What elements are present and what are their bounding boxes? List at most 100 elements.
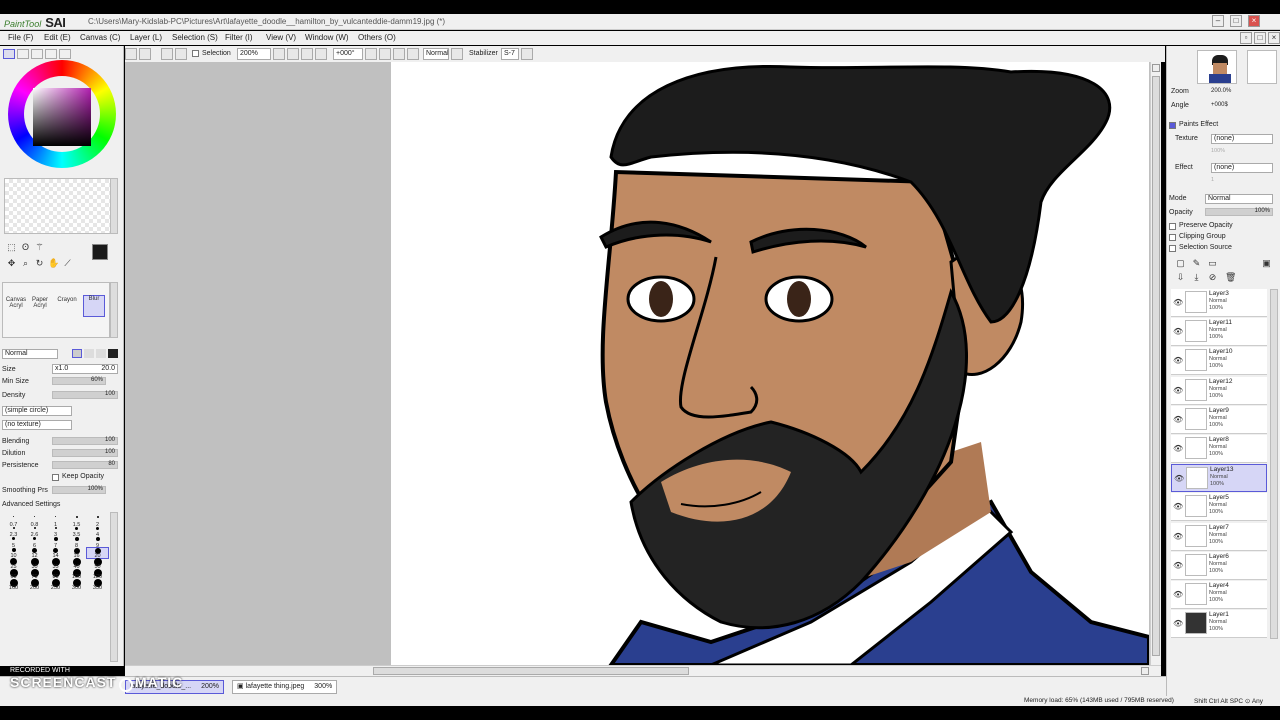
brush-shape-square-icon[interactable]: [108, 349, 118, 358]
layer-row[interactable]: 👁 Layer6 Normal 100%: [1171, 551, 1267, 580]
brush-size-preset[interactable]: 9: [87, 537, 108, 549]
deselect-icon[interactable]: [161, 48, 173, 60]
texture-select[interactable]: (none): [1211, 134, 1273, 144]
advanced-settings-toggle[interactable]: Advanced Settings: [2, 501, 60, 508]
brush-size-preset[interactable]: 300: [66, 579, 87, 591]
selection-source-checkbox[interactable]: [1169, 245, 1176, 252]
brush-canvas-acryl[interactable]: Canvas Acryl: [5, 297, 27, 319]
dilution-slider[interactable]: 100: [52, 449, 118, 457]
brush-size-preset[interactable]: 70: [24, 568, 45, 580]
palette-tab-icon[interactable]: [45, 49, 57, 59]
eye-icon[interactable]: 👁: [1173, 444, 1183, 453]
menu-layer[interactable]: Layer (L): [130, 33, 162, 42]
scratchpad-scrollbar[interactable]: [110, 178, 118, 234]
hsv-tab-icon[interactable]: [31, 49, 43, 59]
selection-checkbox[interactable]: [192, 50, 199, 57]
magic-wand-icon[interactable]: ⚚: [34, 242, 45, 253]
layer-row[interactable]: 👁 Layer9 Normal 100%: [1171, 405, 1267, 434]
preserve-opacity-checkbox[interactable]: [1169, 223, 1176, 230]
lasso-icon[interactable]: ʘ: [20, 242, 31, 253]
brush-shape-select[interactable]: (simple circle): [2, 406, 72, 416]
zoom-out-icon[interactable]: [273, 48, 285, 60]
menu-file[interactable]: File (F): [8, 33, 33, 42]
eye-icon[interactable]: 👁: [1173, 298, 1183, 307]
brush-size-preset[interactable]: 30: [24, 558, 45, 570]
transfer-down-icon[interactable]: ⇩: [1175, 272, 1186, 283]
brush-shape-round-icon[interactable]: [96, 349, 106, 358]
brush-size-preset[interactable]: 100: [66, 568, 87, 580]
layer-row[interactable]: 👁 Layer10 Normal 100%: [1171, 347, 1267, 376]
color-wheel[interactable]: [8, 60, 116, 168]
layer-row[interactable]: 👁 Layer1 Normal 100%: [1171, 610, 1267, 639]
angle-select[interactable]: +000°: [333, 48, 363, 60]
menu-canvas[interactable]: Canvas (C): [80, 33, 120, 42]
brush-size-preset[interactable]: 8: [66, 537, 87, 549]
horizontal-scroll-thumb[interactable]: [373, 667, 689, 675]
redo-icon[interactable]: [139, 48, 151, 60]
brush-size-preset[interactable]: 40: [66, 558, 87, 570]
maximize-button[interactable]: □: [1230, 15, 1242, 27]
brush-size-preset[interactable]: 60: [3, 568, 24, 580]
new-linework-layer-icon[interactable]: ✎: [1191, 258, 1202, 269]
mixer-tab-icon[interactable]: [59, 49, 71, 59]
eye-icon[interactable]: 👁: [1173, 356, 1183, 365]
brush-size-scrollbar[interactable]: [110, 512, 118, 662]
layer-row[interactable]: 👁 Layer12 Normal 100%: [1171, 376, 1267, 405]
size-slider[interactable]: x1.0 20.0: [52, 364, 118, 374]
mode-toggle-icon[interactable]: [451, 48, 463, 60]
eye-icon[interactable]: 👁: [1173, 327, 1183, 336]
brush-size-preset[interactable]: 1.5: [66, 516, 87, 528]
zoom-icon[interactable]: ⌕: [20, 258, 31, 269]
eye-icon[interactable]: 👁: [1173, 502, 1183, 511]
navigator-thumbnail[interactable]: [1197, 50, 1237, 84]
brush-size-preset[interactable]: 3: [45, 526, 66, 538]
brush-size-preset[interactable]: 3.5: [66, 526, 87, 538]
doc-close-button[interactable]: ×: [1268, 32, 1280, 44]
brush-size-preset[interactable]: 0.8: [24, 516, 45, 528]
layer-row[interactable]: 👁 Layer8 Normal 100%: [1171, 435, 1267, 463]
rotate-icon[interactable]: ↻: [34, 258, 45, 269]
brush-blur[interactable]: Blur: [83, 295, 105, 317]
eye-icon[interactable]: 👁: [1174, 474, 1184, 483]
brush-size-preset[interactable]: 16: [66, 547, 87, 559]
min-size-slider[interactable]: 60%: [52, 377, 106, 385]
menu-filter[interactable]: Filter (I): [225, 33, 253, 42]
scroll-up-button[interactable]: [1152, 64, 1160, 72]
rotate-left-icon[interactable]: [365, 48, 377, 60]
brush-size-preset[interactable]: 160: [3, 579, 24, 591]
drawing-canvas[interactable]: [391, 62, 1149, 665]
brush-size-preset[interactable]: 14: [45, 547, 66, 559]
eye-icon[interactable]: 👁: [1173, 590, 1183, 599]
layer-mode-select[interactable]: Normal: [1205, 194, 1273, 204]
scratchpad[interactable]: [4, 178, 114, 234]
menu-others[interactable]: Others (O): [358, 33, 396, 42]
zoom-in-icon[interactable]: [287, 48, 299, 60]
flip-icon[interactable]: [407, 48, 419, 60]
vertical-scroll-thumb[interactable]: [1152, 76, 1160, 656]
eye-icon[interactable]: 👁: [1173, 415, 1183, 424]
move-icon[interactable]: ✥: [6, 258, 17, 269]
brush-size-preset[interactable]: 200: [24, 579, 45, 591]
clear-layer-icon[interactable]: ⊘: [1207, 272, 1218, 283]
horizontal-scrollbar[interactable]: [125, 665, 1161, 676]
brush-size-preset[interactable]: 25: [3, 558, 24, 570]
zoom-reset-icon[interactable]: [301, 48, 313, 60]
brush-size-preset[interactable]: 350: [87, 579, 108, 591]
doc-maximize-button[interactable]: □: [1254, 32, 1266, 44]
zoom-select[interactable]: 200%: [237, 48, 271, 60]
hand-icon[interactable]: ✋: [48, 258, 59, 269]
zoom-fit-icon[interactable]: [315, 48, 327, 60]
brush-crayon[interactable]: Crayon: [56, 297, 78, 319]
paints-effect-toggle[interactable]: [1169, 122, 1176, 129]
saturation-value-square[interactable]: [33, 88, 91, 146]
rotate-right-icon[interactable]: [379, 48, 391, 60]
minimize-button[interactable]: –: [1212, 15, 1224, 27]
stabilizer-select[interactable]: S-7: [501, 48, 519, 60]
layer-list-scrollbar[interactable]: [1270, 289, 1278, 639]
doc-tab-lafayette-thing[interactable]: ▣ lafayette thing.jpeg 300%: [232, 680, 338, 694]
clipping-group-checkbox[interactable]: [1169, 234, 1176, 241]
eye-icon[interactable]: 👁: [1173, 532, 1183, 541]
merge-down-icon[interactable]: ⤓: [1191, 272, 1202, 283]
layer-opacity-slider[interactable]: 100%: [1205, 208, 1273, 216]
brush-paper-acryl[interactable]: Paper Acryl: [29, 297, 51, 319]
